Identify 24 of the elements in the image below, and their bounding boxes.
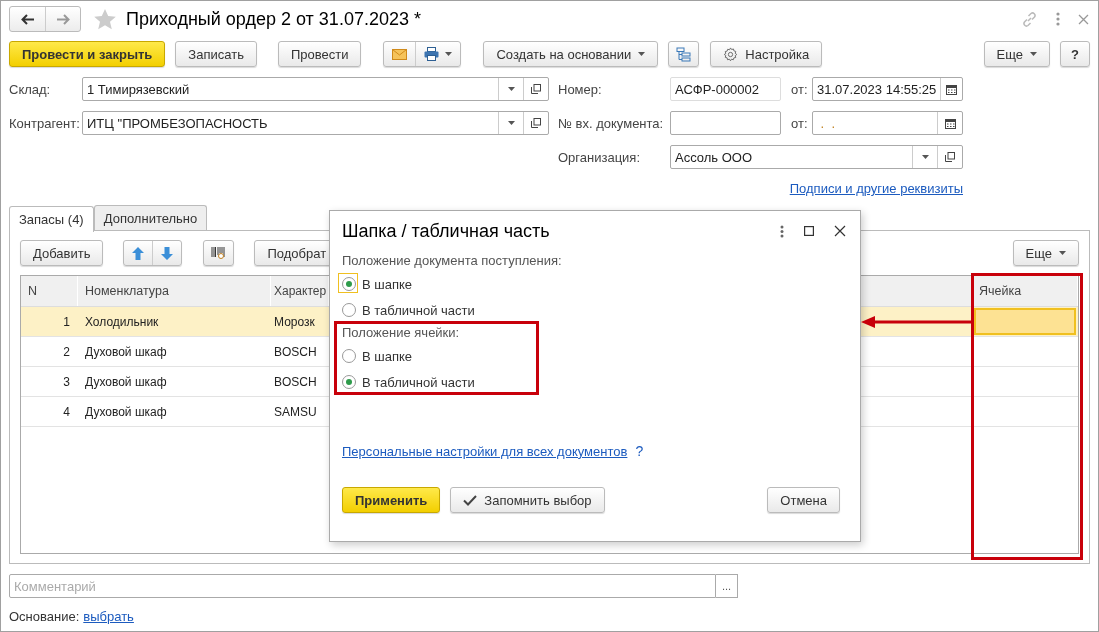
basis-label: Основание:: [9, 609, 80, 624]
window-title: Приходный ордер 2 от 31.07.2023 *: [126, 8, 421, 30]
table-cell-text: BOSCH: [273, 373, 318, 391]
field-label: Склад:: [9, 81, 52, 97]
field-label: от:: [791, 115, 809, 131]
group-label: Положение ячейки:: [342, 325, 461, 342]
table-cell-text: Духовой шкаф: [84, 343, 168, 361]
table-cell-text: SAMSU: [273, 403, 318, 421]
field-label: Организация:: [558, 149, 642, 165]
field-label: № вх. документа:: [558, 115, 665, 131]
table-cell-text: 4: [62, 403, 71, 421]
table-cell-text: 2: [62, 343, 71, 361]
table-cell-text: 1: [62, 313, 71, 331]
table-cell-text: 3: [62, 373, 71, 391]
table-cell-text: BOSCH: [273, 343, 318, 361]
group-label: Положение документа поступления:: [342, 253, 563, 270]
table-cell-text: Духовой шкаф: [84, 403, 168, 421]
field-label: от:: [791, 81, 809, 97]
field-label: Номер:: [558, 81, 603, 97]
table-cell-text: Духовой шкаф: [84, 373, 168, 391]
table-cell-text: Холодильник: [84, 313, 160, 331]
field-label: Контрагент:: [9, 115, 81, 131]
table-cell-text: Морозк: [273, 313, 316, 331]
dialog-title: Шапка / табличная часть: [342, 220, 550, 242]
